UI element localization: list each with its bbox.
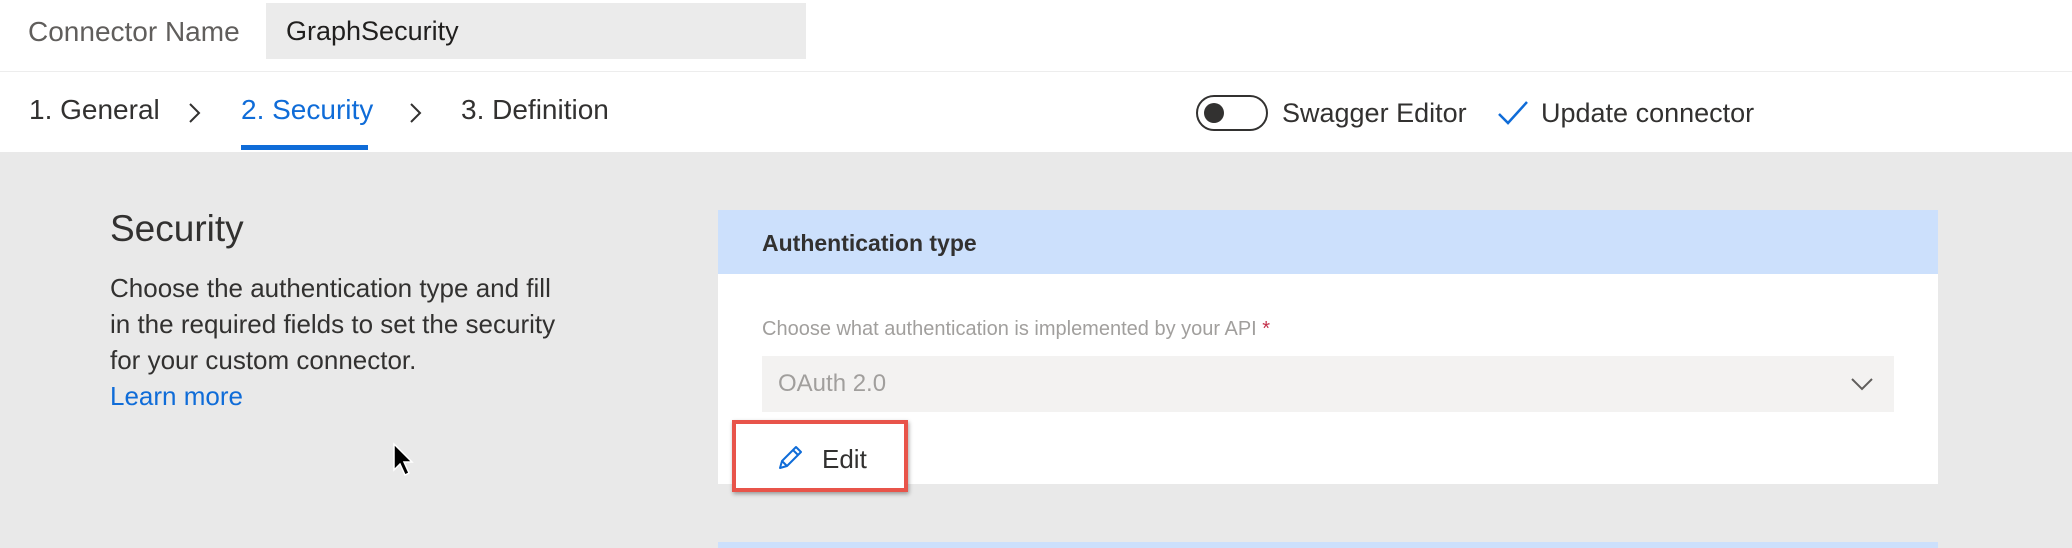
auth-field-label: Choose what authentication is implemente… [762,318,1270,341]
learn-more-link[interactable]: Learn more [110,381,243,411]
edit-button-label: Edit [822,444,867,474]
card-title: Authentication type [762,230,977,256]
tab-general[interactable]: 1. General [29,94,160,126]
steps-bar: 1. General 2. Security 3. Definition [0,72,2072,152]
authentication-card: Authentication type Choose what authenti… [718,210,1938,492]
chevron-right-icon [410,103,422,123]
section-description: Choose the authentication type and fill … [110,270,570,414]
tab-definition[interactable]: 3. Definition [461,94,609,126]
connector-name-label: Connector Name [28,16,240,47]
update-connector-button[interactable]: Update connector [1541,98,1754,129]
toggle-knob [1204,103,1224,123]
edit-button[interactable]: Edit [732,420,908,492]
card-header: Authentication type [718,210,1938,274]
mouse-pointer-icon [393,442,414,477]
main-content: Security Choose the authentication type … [0,152,2072,548]
swagger-editor-label: Swagger Editor [1282,98,1467,128]
auth-field-label-text: Choose what authentication is implemente… [762,318,1257,340]
connector-name-row: Connector Name [0,0,2072,72]
pencil-icon [779,446,802,469]
active-tab-indicator [241,145,368,150]
required-marker: * [1262,318,1271,340]
tab-security[interactable]: 2. Security [241,94,373,126]
description-text: Choose the authentication type and fill … [110,273,556,375]
chevron-down-icon [1851,378,1873,391]
auth-type-dropdown[interactable]: OAuth 2.0 [762,356,1894,412]
auth-type-value: OAuth 2.0 [778,370,887,397]
page-title: Security [110,208,244,249]
next-card-header [718,542,1938,548]
chevron-right-icon [189,103,201,123]
connector-name-input[interactable] [266,3,806,59]
swagger-editor-toggle[interactable] [1196,95,1268,131]
checkmark-icon[interactable] [1496,98,1530,128]
